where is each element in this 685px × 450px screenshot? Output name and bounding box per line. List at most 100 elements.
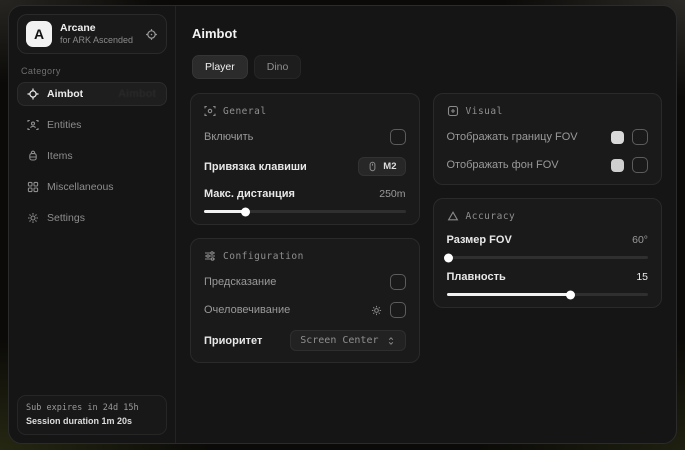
card-title: General [223, 106, 267, 117]
tab-bar: Player Dino [192, 55, 662, 79]
sidebar-item-settings[interactable]: Settings [17, 206, 167, 230]
slider-handle[interactable] [241, 207, 250, 216]
image-icon [447, 105, 459, 117]
fov-size-slider[interactable] [447, 256, 649, 259]
card-title: Configuration [223, 251, 304, 262]
priority-select[interactable]: Screen Center [290, 330, 405, 351]
general-card-header: General [204, 105, 406, 117]
slider-fill [447, 293, 572, 296]
gear-icon[interactable] [371, 305, 382, 316]
slider-fill [204, 210, 246, 213]
sidebar-item-miscellaneous[interactable]: Miscellaneous [17, 175, 167, 199]
max-distance-label: Макс. дистанция [204, 188, 295, 200]
sidebar: A Arcane for ARK Ascended Category [9, 6, 176, 443]
keybind-value: M2 [383, 161, 396, 172]
backpack-icon [26, 150, 39, 162]
brand-logo: A [26, 21, 52, 47]
prediction-label: Предсказание [204, 276, 276, 288]
priority-label: Приоритет [204, 335, 262, 347]
smoothness-label: Плавность [447, 271, 506, 283]
keybind-button[interactable]: M2 [358, 157, 405, 176]
sidebar-item-items[interactable]: Items [17, 144, 167, 168]
configuration-card: Configuration Предсказание Очеловечивани… [190, 238, 420, 363]
max-distance-slider[interactable] [204, 210, 406, 213]
cards-grid: General Включить Привязка клавиши [190, 93, 662, 363]
scan-target-icon [204, 105, 216, 117]
page-title: Aimbot [192, 26, 662, 41]
fov-background-row: Отображать фон FOV [447, 157, 649, 173]
fov-size-row: Размер FOV 60° [447, 234, 649, 246]
smoothness-row: Плавность 15 [447, 271, 649, 283]
brand-text: Arcane for ARK Ascended [60, 22, 137, 46]
configuration-card-header: Configuration [204, 250, 406, 262]
sidebar-item-entities[interactable]: Entities [17, 113, 167, 137]
triangle-icon [447, 210, 459, 222]
keybind-label: Привязка клавиши [204, 161, 307, 173]
priority-value: Screen Center [300, 335, 378, 346]
fov-background-checkbox[interactable] [632, 157, 648, 173]
card-title: Visual [466, 106, 503, 117]
sidebar-item-label: Items [47, 150, 73, 162]
smoothness-slider[interactable] [447, 293, 649, 296]
humanize-label: Очеловечивание [204, 304, 290, 316]
enable-label: Включить [204, 131, 253, 143]
fov-size-label: Размер FOV [447, 234, 512, 246]
fov-background-controls [611, 157, 648, 173]
session-duration-text: Session duration 1m 20s [26, 415, 158, 429]
prediction-checkbox[interactable] [390, 274, 406, 290]
sub-expires-text: Sub expires in 24d 15h [26, 402, 158, 415]
brand-name: Arcane [60, 22, 137, 35]
right-column: Visual Отображать границу FOV Отображать… [433, 93, 663, 308]
color-swatch[interactable] [611, 159, 624, 172]
card-title: Accuracy [466, 211, 516, 222]
accuracy-card-header: Accuracy [447, 210, 649, 222]
category-label: Category [21, 66, 163, 76]
tab-dino[interactable]: Dino [254, 55, 302, 79]
general-card: General Включить Привязка клавиши [190, 93, 420, 225]
keybind-row: Привязка клавиши M2 [204, 157, 406, 176]
humanize-checkbox[interactable] [390, 302, 406, 318]
sidebar-nav: Aimbot Aimbot Entities [17, 82, 167, 230]
ghost-echo-text: Aimbot [118, 88, 156, 100]
unfold-icon [386, 336, 396, 346]
humanize-row: Очеловечивание [204, 302, 406, 318]
slider-handle[interactable] [444, 253, 453, 262]
fov-border-label: Отображать границу FOV [447, 131, 578, 143]
sidebar-item-label: Settings [47, 212, 85, 224]
person-scan-icon [26, 119, 39, 131]
tab-player[interactable]: Player [192, 55, 248, 79]
slider-handle[interactable] [566, 290, 575, 299]
fov-background-label: Отображать фон FOV [447, 159, 559, 171]
accuracy-card: Accuracy Размер FOV 60° Плавность 15 [433, 198, 663, 308]
brand-card: A Arcane for ARK Ascended [17, 14, 167, 54]
mouse-icon [367, 161, 378, 172]
humanize-controls [371, 302, 406, 318]
max-distance-row: Макс. дистанция 250m [204, 188, 406, 200]
app-window: A Arcane for ARK Ascended Category [8, 5, 677, 444]
max-distance-value: 250m [379, 188, 405, 200]
sliders-icon [204, 250, 216, 262]
color-swatch[interactable] [611, 131, 624, 144]
sidebar-item-label: Entities [47, 119, 81, 131]
slider-fill [447, 256, 449, 259]
smoothness-value: 15 [636, 271, 648, 283]
enable-row: Включить [204, 129, 406, 145]
visual-card-header: Visual [447, 105, 649, 117]
brand-subtitle: for ARK Ascended [60, 35, 137, 46]
target-icon[interactable] [145, 28, 158, 41]
fov-border-row: Отображать границу FOV [447, 129, 649, 145]
gear-icon [26, 212, 39, 224]
grid-icon [26, 181, 39, 193]
sidebar-item-aimbot[interactable]: Aimbot Aimbot [17, 82, 167, 106]
fov-border-controls [611, 129, 648, 145]
fov-size-value: 60° [632, 234, 648, 246]
fov-border-checkbox[interactable] [632, 129, 648, 145]
main-content: Aimbot Player Dino General [176, 6, 676, 443]
left-column: General Включить Привязка клавиши [190, 93, 420, 363]
sidebar-item-label: Aimbot [47, 88, 83, 100]
enable-checkbox[interactable] [390, 129, 406, 145]
sidebar-item-label: Miscellaneous [47, 181, 114, 193]
prediction-row: Предсказание [204, 274, 406, 290]
visual-card: Visual Отображать границу FOV Отображать… [433, 93, 663, 185]
crosshair-icon [26, 88, 39, 100]
